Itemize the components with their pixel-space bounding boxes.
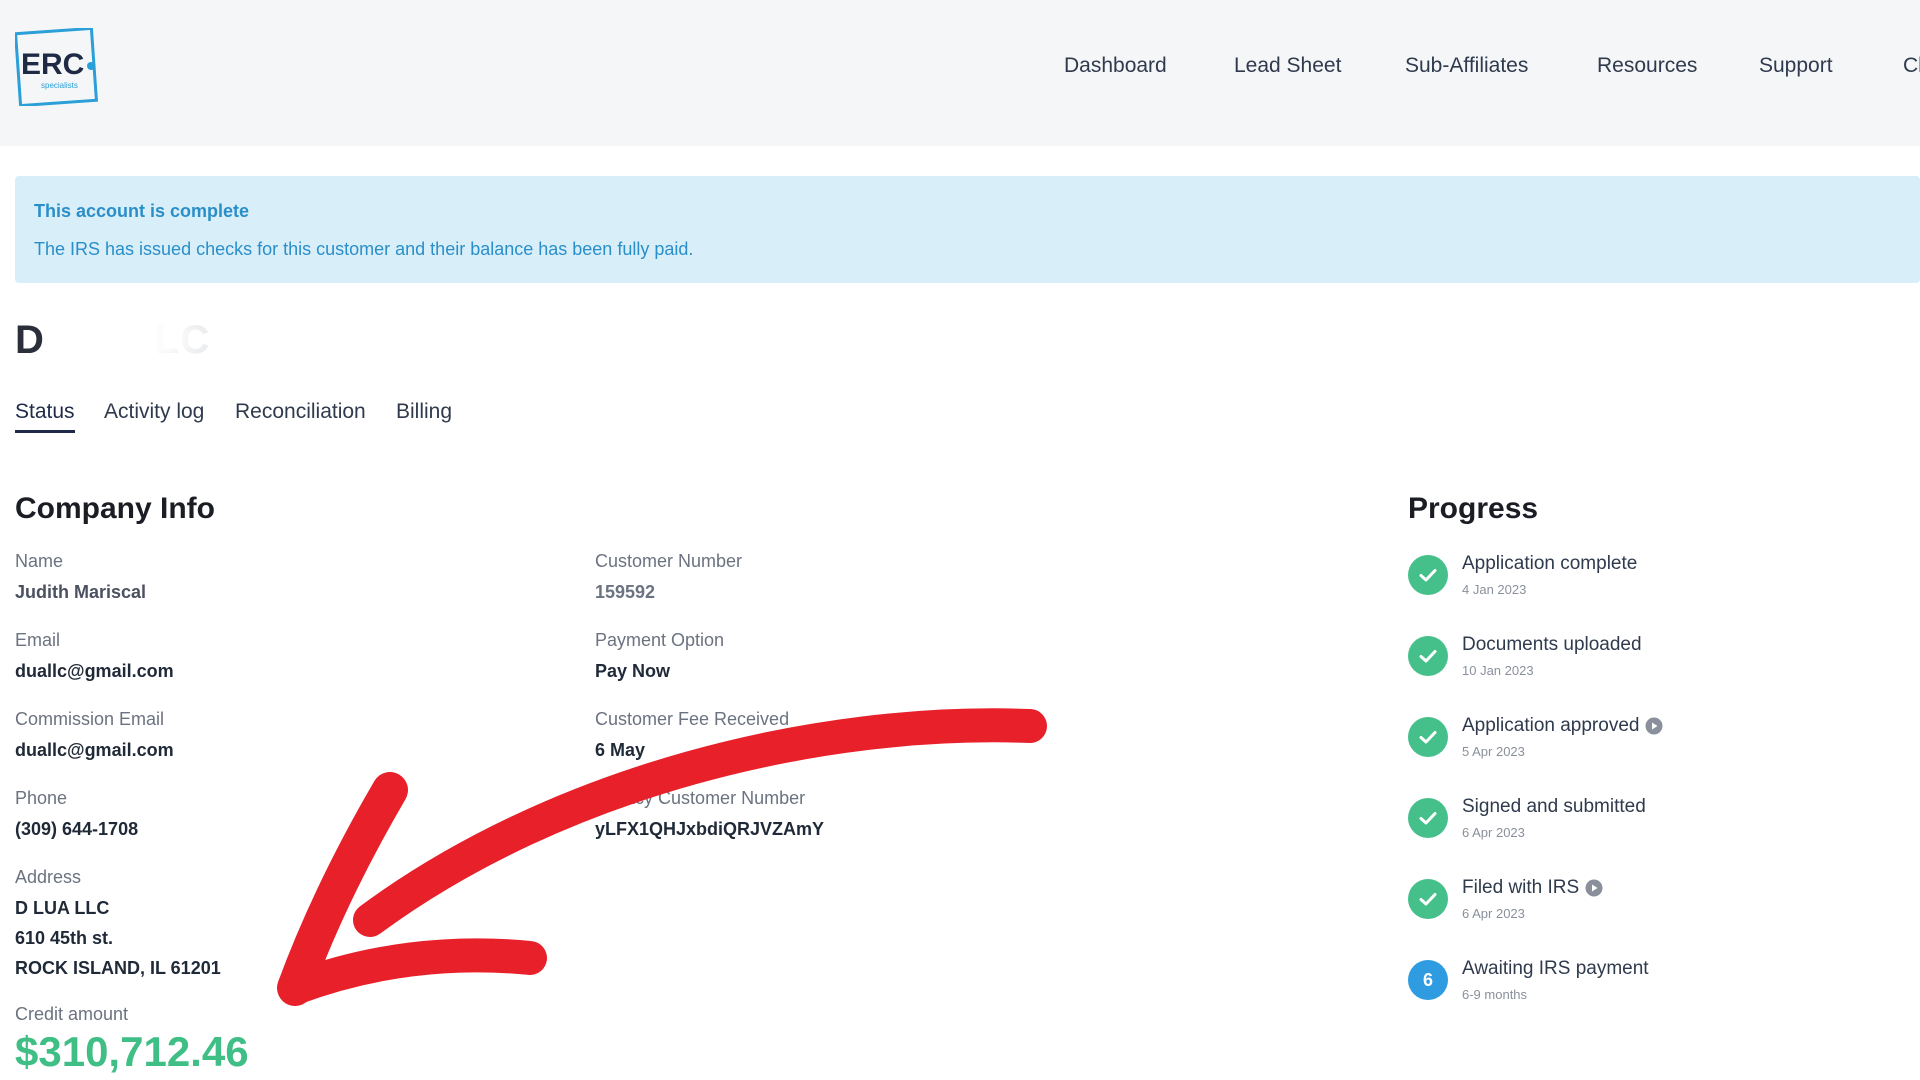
step-date: 4 Jan 2023 xyxy=(1462,582,1527,597)
redaction-blur xyxy=(48,312,208,366)
address-label: Address xyxy=(15,867,82,887)
address-line-2: 610 45th st. xyxy=(15,928,114,948)
check-icon xyxy=(1408,798,1448,838)
step-date: 6 Apr 2023 xyxy=(1462,906,1525,921)
top-header: ERC specialists Dashboard Lead Sheet Sub… xyxy=(0,0,1920,146)
check-icon xyxy=(1408,879,1448,919)
email-label: Email xyxy=(15,630,61,650)
progress-heading: Progress xyxy=(1408,492,1539,525)
play-icon[interactable] xyxy=(1645,717,1663,735)
credit-amount-label: Credit amount xyxy=(15,1004,129,1024)
nav-dashboard[interactable]: Dashboard xyxy=(1064,54,1167,78)
customer-number-value: 159592 xyxy=(595,582,656,602)
commission-email-value: duallc@gmail.com xyxy=(15,740,174,760)
legacy-number-value: yLFX1QHJxbdiQRJVZAmY xyxy=(595,819,825,839)
check-icon xyxy=(1408,636,1448,676)
email-value: duallc@gmail.com xyxy=(15,661,174,681)
step-title: Application complete xyxy=(1462,553,1638,574)
erc-logo-icon: ERC specialists xyxy=(13,26,99,108)
step-date: 6-9 months xyxy=(1462,987,1528,1002)
step-title: Filed with IRS xyxy=(1462,877,1603,899)
tab-reconciliation[interactable]: Reconciliation xyxy=(235,400,366,424)
commission-email-label: Commission Email xyxy=(15,709,165,729)
step-title: Documents uploaded xyxy=(1462,634,1642,655)
check-icon xyxy=(1408,717,1448,757)
progress-step-documents-uploaded: Documents uploaded 10 Jan 2023 xyxy=(1408,634,1828,696)
logo-subtext: specialists xyxy=(41,81,78,90)
active-tab-indicator xyxy=(15,430,75,433)
tab-activity-log[interactable]: Activity log xyxy=(104,400,204,424)
step-title: Application approved xyxy=(1462,715,1663,737)
logo-text: ERC xyxy=(21,48,84,81)
erc-logo[interactable]: ERC specialists xyxy=(13,26,99,108)
phone-value: (309) 644-1708 xyxy=(15,819,139,839)
phone-label: Phone xyxy=(15,788,68,808)
credit-amount-value: $310,712.46 xyxy=(15,1028,249,1075)
step-title-text: Filed with IRS xyxy=(1462,877,1580,898)
tab-status[interactable]: Status xyxy=(15,400,75,424)
name-label: Name xyxy=(15,551,64,571)
nav-lead-sheet[interactable]: Lead Sheet xyxy=(1234,54,1341,78)
company-info-heading: Company Info xyxy=(15,492,215,525)
company-title-start: D xyxy=(15,318,45,362)
progress-step-application-approved: Application approved 5 Apr 2023 xyxy=(1408,715,1828,777)
progress-step-application-complete: Application complete 4 Jan 2023 xyxy=(1408,553,1828,615)
step-title: Signed and submitted xyxy=(1462,796,1646,817)
play-icon[interactable] xyxy=(1585,879,1603,897)
step-date: 10 Jan 2023 xyxy=(1462,663,1534,678)
progress-step-awaiting-irs-payment: 6 Awaiting IRS payment 6-9 months xyxy=(1408,958,1828,1020)
account-complete-banner: This account is complete The IRS has iss… xyxy=(15,176,1920,283)
nav-truncated-item[interactable]: Ch xyxy=(1903,54,1920,78)
step-date: 6 Apr 2023 xyxy=(1462,825,1525,840)
check-icon xyxy=(1408,555,1448,595)
nav-support[interactable]: Support xyxy=(1759,54,1833,78)
fee-received-label: Customer Fee Received xyxy=(595,709,790,729)
nav-resources[interactable]: Resources xyxy=(1597,54,1697,78)
step-date: 5 Apr 2023 xyxy=(1462,744,1525,759)
name-value: Judith Mariscal xyxy=(15,582,147,602)
fee-received-value: 6 May xyxy=(595,740,646,760)
step-number-badge: 6 xyxy=(1408,960,1448,1000)
address-line-1: D LUA LLC xyxy=(15,898,110,918)
payment-option-value: Pay Now xyxy=(595,661,671,681)
address-line-3: ROCK ISLAND, IL 61201 xyxy=(15,958,221,978)
progress-step-signed-and-submitted: Signed and submitted 6 Apr 2023 xyxy=(1408,796,1828,858)
tab-billing[interactable]: Billing xyxy=(396,400,452,424)
customer-number-label: Customer Number xyxy=(595,551,743,571)
legacy-number-label: Legacy Customer Number xyxy=(595,788,806,808)
step-title-text: Application approved xyxy=(1462,715,1640,736)
nav-sub-affiliates[interactable]: Sub-Affiliates xyxy=(1405,54,1528,78)
banner-title: This account is complete xyxy=(34,201,250,221)
progress-step-filed-with-irs: Filed with IRS 6 Apr 2023 xyxy=(1408,877,1828,939)
step-title: Awaiting IRS payment xyxy=(1462,958,1649,979)
payment-option-label: Payment Option xyxy=(595,630,725,650)
banner-text: The IRS has issued checks for this custo… xyxy=(34,239,694,259)
